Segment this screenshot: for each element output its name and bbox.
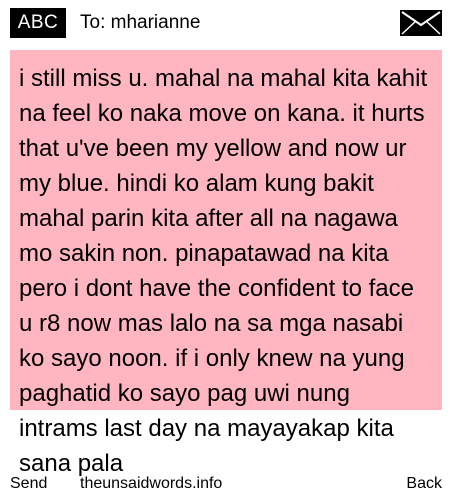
softkey-bar: Send theunsaidwords.info Back: [0, 472, 450, 500]
back-softkey[interactable]: Back: [406, 472, 442, 496]
input-mode-indicator[interactable]: ABC: [10, 8, 66, 38]
recipient-field[interactable]: To: mharianne: [80, 8, 200, 38]
message-text[interactable]: i still miss u. mahal na mahal kita kahi…: [10, 50, 442, 481]
message-body-area[interactable]: i still miss u. mahal na mahal kita kahi…: [10, 50, 442, 500]
envelope-icon: [400, 10, 442, 36]
site-watermark: theunsaidwords.info: [80, 475, 223, 492]
compose-header: ABC To: mharianne: [0, 0, 450, 44]
sms-compose-screen: ABC To: mharianne i still miss u. mahal …: [0, 0, 450, 500]
send-softkey[interactable]: Send: [10, 472, 47, 496]
